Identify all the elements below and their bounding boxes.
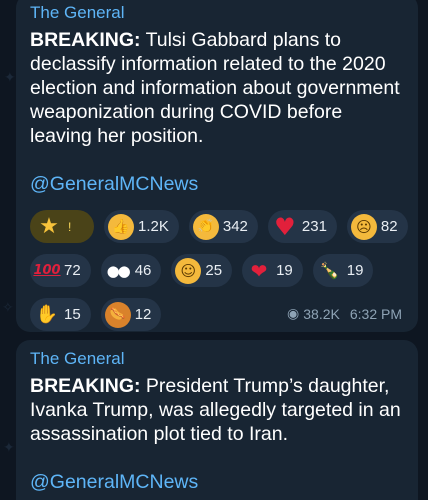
heart-on-fire-icon: ❤	[250, 258, 268, 283]
reaction-heart[interactable]: ♥ 231	[267, 210, 337, 243]
reaction-count: 19	[276, 262, 293, 279]
channel-link[interactable]: @GeneralMCNews	[30, 470, 406, 494]
thinking-face-icon: ☺	[175, 257, 202, 284]
message-lead: BREAKING:	[30, 375, 141, 397]
reaction-count: 1.2K	[138, 218, 169, 235]
reaction-yawn[interactable]: ☹ 82	[346, 210, 408, 243]
reaction-count: 72	[64, 262, 81, 279]
reaction-middle-finger[interactable]: ✋ 15	[30, 298, 91, 331]
reaction-count: 12	[134, 306, 152, 323]
yawning-face-icon: ☹	[350, 213, 377, 240]
sparkle-icon: !	[68, 219, 72, 234]
reaction-thinking[interactable]: ☺ 25	[171, 254, 233, 287]
middle-finger-icon: ✋	[35, 304, 59, 325]
reaction-champagne[interactable]: 🍾 19	[312, 254, 374, 287]
reaction-count: 46	[134, 262, 152, 279]
reaction-count: 15	[64, 306, 81, 323]
hundred-points-icon: 100	[33, 263, 61, 278]
message-bubble[interactable]: The General BREAKING: Tulsi Gabbard plan…	[16, 0, 418, 332]
views-eye-icon: ◉	[287, 306, 300, 322]
reaction-heart-fire[interactable]: ❤ 19	[242, 254, 303, 287]
reaction-hot-dog[interactable]: 🌭 12	[100, 298, 162, 331]
message-text: BREAKING: President Trump’s daughter, Iv…	[30, 374, 406, 446]
reaction-count: 342	[222, 218, 248, 235]
message-lead: BREAKING:	[30, 29, 141, 51]
reaction-count: 19	[346, 262, 364, 279]
reaction-clap[interactable]: 👏 342	[188, 210, 258, 243]
background-doodle-icon: ✦	[4, 70, 16, 86]
message-bubble[interactable]: The General BREAKING: President Trump’s …	[16, 340, 418, 500]
message-text: BREAKING: Tulsi Gabbard plans to declass…	[30, 28, 406, 148]
message-meta: ◉ 38.2K 6:32 PM	[287, 306, 402, 322]
star-icon: ★	[39, 214, 59, 239]
eyes-icon: ●●	[106, 261, 131, 280]
background-doodle-icon: ✧	[2, 300, 14, 316]
channel-link[interactable]: @GeneralMCNews	[30, 172, 406, 196]
channel-name[interactable]: The General	[30, 348, 406, 370]
hot-dog-icon: 🌭	[104, 301, 131, 328]
channel-feed: ✦ ✧ ✦ The General BREAKING: Tulsi Gabbar…	[0, 0, 428, 500]
thumbs-up-icon: 👍	[108, 213, 134, 240]
background-doodle-icon: ✦	[3, 440, 15, 456]
reaction-count: 82	[380, 218, 398, 235]
message-time: 6:32 PM	[349, 306, 402, 322]
clapping-hands-icon: 👏	[192, 213, 219, 240]
reaction-star[interactable]: ★ !	[30, 210, 94, 243]
reaction-thumbs-up[interactable]: 👍 1.2K	[104, 210, 179, 243]
view-count: 38.2K	[303, 306, 340, 322]
champagne-bottle-icon: 🍾	[319, 261, 340, 280]
reaction-hundred[interactable]: 100 72	[30, 254, 91, 287]
reaction-eyes[interactable]: ●● 46	[100, 254, 162, 287]
reaction-count: 231	[301, 218, 327, 235]
red-heart-icon: ♥	[274, 212, 296, 241]
channel-name[interactable]: The General	[30, 2, 406, 24]
reaction-count: 25	[205, 262, 223, 279]
